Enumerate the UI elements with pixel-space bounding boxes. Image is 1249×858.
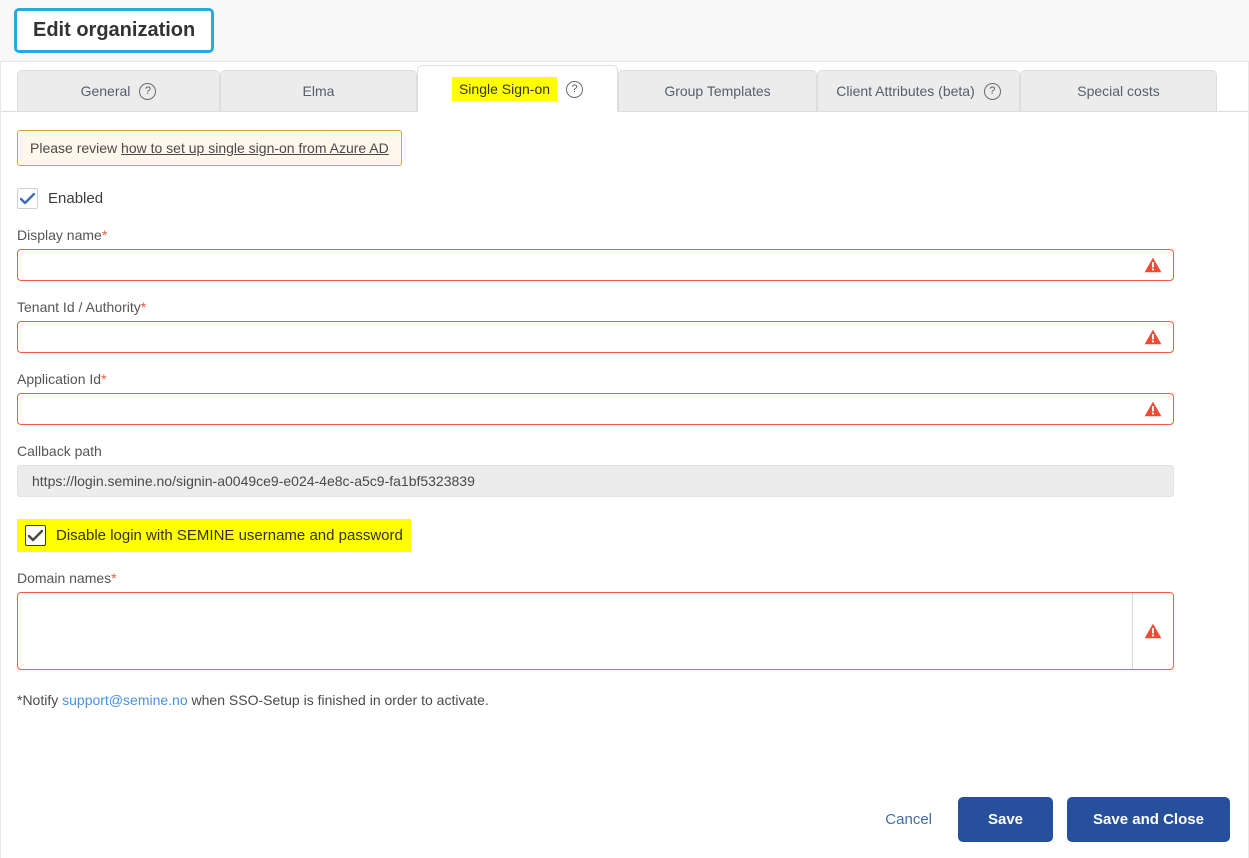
disable-login-highlight: Disable login with SEMINE username and p… (17, 519, 411, 552)
azure-ad-setup-link[interactable]: how to set up single sign-on from Azure … (121, 140, 389, 156)
cancel-button[interactable]: Cancel (873, 803, 944, 836)
enabled-checkbox-row[interactable]: Enabled (17, 188, 1224, 209)
domain-names-label-text: Domain names (17, 570, 112, 586)
help-icon[interactable]: ? (983, 82, 1001, 100)
tab-single-sign-on-label: Single Sign-on (451, 77, 558, 101)
tab-general-label: General (80, 83, 131, 99)
tab-general[interactable]: General ? (17, 70, 220, 111)
display-name-error-slot (1133, 250, 1173, 280)
save-button[interactable]: Save (958, 797, 1053, 842)
application-id-label-text: Application Id (17, 371, 102, 387)
tab-client-attributes-label: Client Attributes (beta) (836, 83, 975, 99)
tenant-id-error-slot (1133, 322, 1173, 352)
form-actions: Cancel Save Save and Close (873, 797, 1230, 842)
notify-note: *Notify support@semine.no when SSO-Setup… (17, 692, 1224, 708)
tab-group-templates[interactable]: Group Templates (618, 70, 817, 111)
application-id-input[interactable] (18, 394, 1133, 424)
tab-elma[interactable]: Elma (220, 70, 417, 111)
notify-suffix: when SSO-Setup is finished in order to a… (187, 692, 489, 708)
enabled-checkbox-label: Enabled (48, 190, 104, 207)
checkmark-icon (28, 529, 43, 541)
required-marker: * (140, 299, 147, 315)
domain-names-field-group: Domain names* (17, 570, 1224, 670)
warning-triangle-icon (1144, 329, 1162, 345)
tab-special-costs[interactable]: Special costs (1020, 70, 1217, 111)
display-name-label-text: Display name (17, 227, 102, 243)
help-icon[interactable]: ? (566, 80, 584, 98)
disable-login-checkbox-label: Disable login with SEMINE username and p… (56, 527, 403, 544)
support-email-link[interactable]: support@semine.no (62, 692, 188, 708)
save-and-close-button[interactable]: Save and Close (1067, 797, 1230, 842)
tenant-id-input-wrap[interactable] (17, 321, 1174, 353)
callback-path-label: Callback path (17, 443, 102, 459)
application-id-label: Application Id* (17, 371, 1224, 387)
checkmark-icon (20, 192, 35, 204)
tab-special-costs-label: Special costs (1077, 83, 1160, 99)
domain-names-error-slot (1133, 593, 1173, 669)
notify-prefix: *Notify (17, 692, 63, 708)
help-icon[interactable]: ? (139, 82, 157, 100)
tab-single-sign-on[interactable]: Single Sign-on ? (417, 65, 618, 112)
required-marker: * (101, 371, 107, 387)
enabled-checkbox[interactable] (17, 188, 38, 209)
callback-path-value: https://login.semine.no/signin-a0049ce9-… (17, 465, 1174, 497)
page-header: Edit organization (0, 0, 1249, 62)
disable-login-checkbox[interactable] (25, 525, 46, 546)
tenant-id-label: Tenant Id / Authority* (17, 299, 1224, 315)
application-id-field-group: Application Id* (17, 371, 1224, 425)
warning-triangle-icon (1144, 623, 1162, 639)
sso-form: Please review how to set up single sign-… (1, 112, 1248, 708)
tab-bar: General ? Elma Single Sign-on ? Group Te… (1, 62, 1248, 112)
display-name-field-group: Display name* (17, 227, 1224, 281)
tab-group-templates-label: Group Templates (664, 83, 771, 99)
page-title: Edit organization (14, 8, 215, 53)
tenant-id-label-text: Tenant Id / Authority (17, 299, 141, 315)
domain-names-label: Domain names* (17, 570, 1224, 586)
application-id-error-slot (1133, 394, 1173, 424)
callback-path-field-group: Callback path https://login.semine.no/si… (17, 443, 1224, 497)
disable-login-checkbox-row[interactable]: Disable login with SEMINE username and p… (17, 519, 1224, 552)
domain-names-textarea-wrap[interactable] (17, 592, 1174, 670)
notice-prefix: Please review (30, 140, 122, 156)
tab-client-attributes[interactable]: Client Attributes (beta) ? (817, 70, 1020, 111)
required-marker: * (101, 227, 108, 243)
warning-triangle-icon (1144, 401, 1162, 417)
application-id-input-wrap[interactable] (17, 393, 1174, 425)
tab-elma-label: Elma (302, 83, 335, 99)
display-name-input[interactable] (18, 250, 1133, 280)
display-name-input-wrap[interactable] (17, 249, 1174, 281)
required-marker: * (111, 570, 117, 586)
display-name-label: Display name* (17, 227, 1224, 243)
tenant-id-field-group: Tenant Id / Authority* (17, 299, 1224, 353)
domain-names-textarea[interactable] (18, 593, 1133, 669)
edit-organization-card: General ? Elma Single Sign-on ? Group Te… (0, 62, 1249, 858)
tenant-id-input[interactable] (18, 322, 1133, 352)
warning-triangle-icon (1144, 257, 1162, 273)
setup-notice: Please review how to set up single sign-… (17, 130, 402, 166)
